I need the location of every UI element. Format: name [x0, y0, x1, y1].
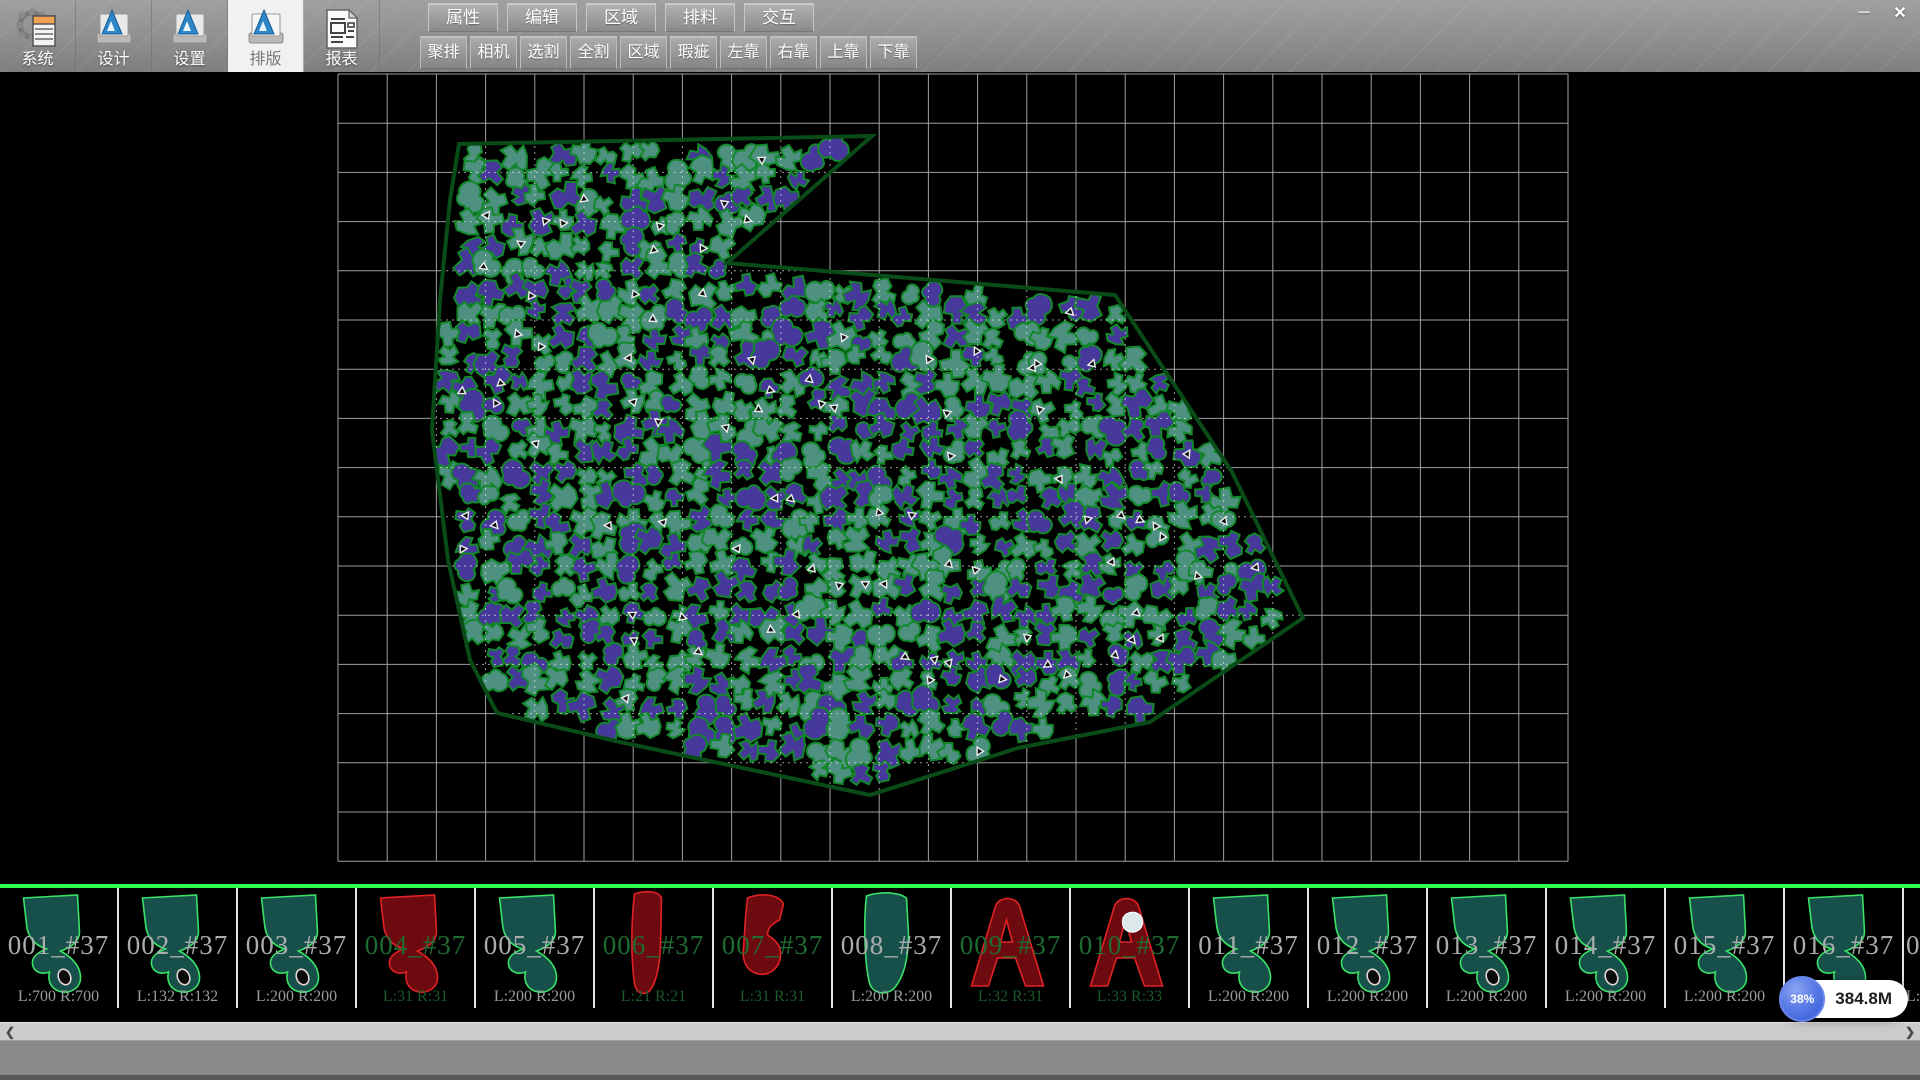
menu-area: 属性编辑区域排料交互 聚排相机选割全割区域瑕疵左靠右靠上靠下靠 [428, 0, 917, 69]
piece-lr-count-label: L:200 R:200 [833, 988, 950, 1006]
thumbnail-tile-2[interactable]: 003_#37 L:200 R:200 [238, 888, 357, 1008]
tool-button-2[interactable]: 选割 [520, 36, 567, 69]
thumbnail-tile-5[interactable]: 006_#37 L:21 R:21 [595, 888, 714, 1008]
thumbnail-tile-12[interactable]: 013_#37 L:200 R:200 [1428, 888, 1547, 1008]
thumbnail-tile-1[interactable]: 002_#37 L:132 R:132 [119, 888, 238, 1008]
piece-thumbnail-strip: 001_#37 L:700 R:700 002_#37 L:132 R:132 … [0, 888, 1920, 1008]
piece-lr-count-label: L:21 R:21 [595, 988, 712, 1006]
menubar-item-0[interactable]: 属性 [428, 3, 498, 32]
piece-id-label: 012_#37 [1309, 930, 1426, 961]
piece-id-label: 010_#37 [1071, 930, 1188, 961]
piece-id-label: 014_#37 [1547, 930, 1664, 961]
thumbnail-tile-11[interactable]: 012_#37 L:200 R:200 [1309, 888, 1428, 1008]
thumbnail-tile-6[interactable]: 007_#37 L:31 R:31 [714, 888, 833, 1008]
window-bottom-edge [0, 1075, 1920, 1080]
piece-lr-count-label: L:200 R:200 [1428, 988, 1545, 1006]
mode-button-label: 排版 [249, 51, 281, 69]
piece-lr-count-label: L:31 R:31 [357, 988, 474, 1006]
mode-button-report[interactable]: 报表 [304, 0, 380, 72]
piece-id-label: 003_#37 [238, 930, 355, 961]
piece-id-label: 008_#37 [833, 930, 950, 961]
piece-id-label: 0 [1904, 930, 1920, 961]
piece-lr-count-label: L:200 R:200 [238, 988, 355, 1006]
main-toolbar: 系统 设计 设置 [0, 0, 1920, 72]
window-controls: ─ ✕ [1848, 2, 1916, 24]
piece-id-label: 013_#37 [1428, 930, 1545, 961]
tool-button-0[interactable]: 聚排 [420, 36, 467, 69]
piece-lr-count-label: L:200 R:200 [476, 988, 593, 1006]
mode-button-nesting[interactable]: 排版 [228, 0, 304, 72]
tool-button-1[interactable]: 相机 [470, 36, 517, 69]
thumbnail-tile-9[interactable]: 010_#37 L:33 R:33 [1071, 888, 1190, 1008]
memory-usage-value: 384.8M [1835, 989, 1892, 1009]
piece-lr-count-label: L:200 R:200 [1190, 988, 1307, 1006]
piece-id-label: 001_#37 [0, 930, 117, 961]
nesting-application-window: 系统 设计 设置 [0, 0, 1920, 1080]
menubar-item-3[interactable]: 排料 [665, 3, 735, 32]
tool-button-5[interactable]: 瑕疵 [670, 36, 717, 69]
piece-id-label: 009_#37 [952, 930, 1069, 961]
nested-hide-drawing [0, 72, 1920, 884]
close-button[interactable]: ✕ [1884, 2, 1916, 24]
app-mode-buttons: 系统 设计 设置 [0, 0, 380, 72]
tool-button-8[interactable]: 上靠 [820, 36, 867, 69]
gear-document-icon [15, 7, 61, 51]
mode-button-system[interactable]: 系统 [0, 0, 76, 72]
piece-lr-count-label: L:200 R:200 [1666, 988, 1783, 1006]
thumbnail-tile-10[interactable]: 011_#37 L:200 R:200 [1190, 888, 1309, 1008]
ruler-icon [243, 7, 289, 51]
mode-button-settings[interactable]: 设置 [152, 0, 228, 72]
memory-usage-overlay[interactable]: 38% 384.8M [1782, 980, 1908, 1018]
piece-id-label: 002_#37 [119, 930, 236, 961]
mode-button-design[interactable]: 设计 [76, 0, 152, 72]
thumbnail-tile-14[interactable]: 015_#37 L:200 R:200 [1666, 888, 1785, 1008]
thumbnail-tile-13[interactable]: 014_#37 L:200 R:200 [1547, 888, 1666, 1008]
piece-id-label: 016_#37 [1785, 930, 1902, 961]
thumbnail-tile-7[interactable]: 008_#37 L:200 R:200 [833, 888, 952, 1008]
thumbnail-tile-3[interactable]: 004_#37 L:31 R:31 [357, 888, 476, 1008]
tool-button-row: 聚排相机选割全割区域瑕疵左靠右靠上靠下靠 [420, 36, 917, 69]
cpu-percent-badge: 38% [1779, 976, 1825, 1022]
piece-id-label: 006_#37 [595, 930, 712, 961]
mode-button-label: 设置 [173, 51, 205, 69]
mode-button-label: 系统 [21, 51, 53, 69]
horizontal-scrollbar[interactable]: ❮ ❯ [0, 1022, 1920, 1040]
nesting-canvas-area[interactable] [0, 72, 1920, 884]
tool-button-3[interactable]: 全割 [570, 36, 617, 69]
piece-lr-count-label: L:200 R:200 [1309, 988, 1426, 1006]
tool-button-7[interactable]: 右靠 [770, 36, 817, 69]
strip-padding [0, 1008, 1920, 1022]
scroll-right-icon[interactable]: ❯ [1900, 1023, 1920, 1041]
piece-id-label: 007_#37 [714, 930, 831, 961]
menubar-item-2[interactable]: 区域 [586, 3, 656, 32]
tool-button-6[interactable]: 左靠 [720, 36, 767, 69]
thumbnail-tile-4[interactable]: 005_#37 L:200 R:200 [476, 888, 595, 1008]
thumbnail-tile-16[interactable]: 0 L: [1904, 888, 1920, 1008]
thumbnail-tile-8[interactable]: 009_#37 L:32 R:31 [952, 888, 1071, 1008]
piece-id-label: 005_#37 [476, 930, 593, 961]
piece-lr-count-label: L:132 R:132 [119, 988, 236, 1006]
status-bar [0, 1040, 1920, 1075]
piece-lr-count-label: L:700 R:700 [0, 988, 117, 1006]
piece-lr-count-label: L:200 R:200 [1547, 988, 1664, 1006]
piece-lr-count-label: L:32 R:31 [952, 988, 1069, 1006]
tool-button-4[interactable]: 区域 [620, 36, 667, 69]
ruler-icon [167, 7, 213, 51]
menubar-item-1[interactable]: 编辑 [507, 3, 577, 32]
menubar-item-4[interactable]: 交互 [744, 3, 814, 32]
report-document-icon [319, 7, 365, 51]
tool-button-9[interactable]: 下靠 [870, 36, 917, 69]
piece-id-label: 011_#37 [1190, 930, 1307, 961]
piece-id-label: 015_#37 [1666, 930, 1783, 961]
piece-id-label: 004_#37 [357, 930, 474, 961]
mode-button-label: 报表 [325, 51, 357, 69]
thumbnail-tile-0[interactable]: 001_#37 L:700 R:700 [0, 888, 119, 1008]
piece-lr-count-label: L:31 R:31 [714, 988, 831, 1006]
menubar: 属性编辑区域排料交互 [428, 3, 917, 32]
ruler-icon [91, 7, 137, 51]
scroll-left-icon[interactable]: ❮ [0, 1023, 20, 1041]
mode-button-label: 设计 [97, 51, 129, 69]
piece-lr-count-label: L:33 R:33 [1071, 988, 1188, 1006]
minimize-button[interactable]: ─ [1848, 2, 1880, 24]
